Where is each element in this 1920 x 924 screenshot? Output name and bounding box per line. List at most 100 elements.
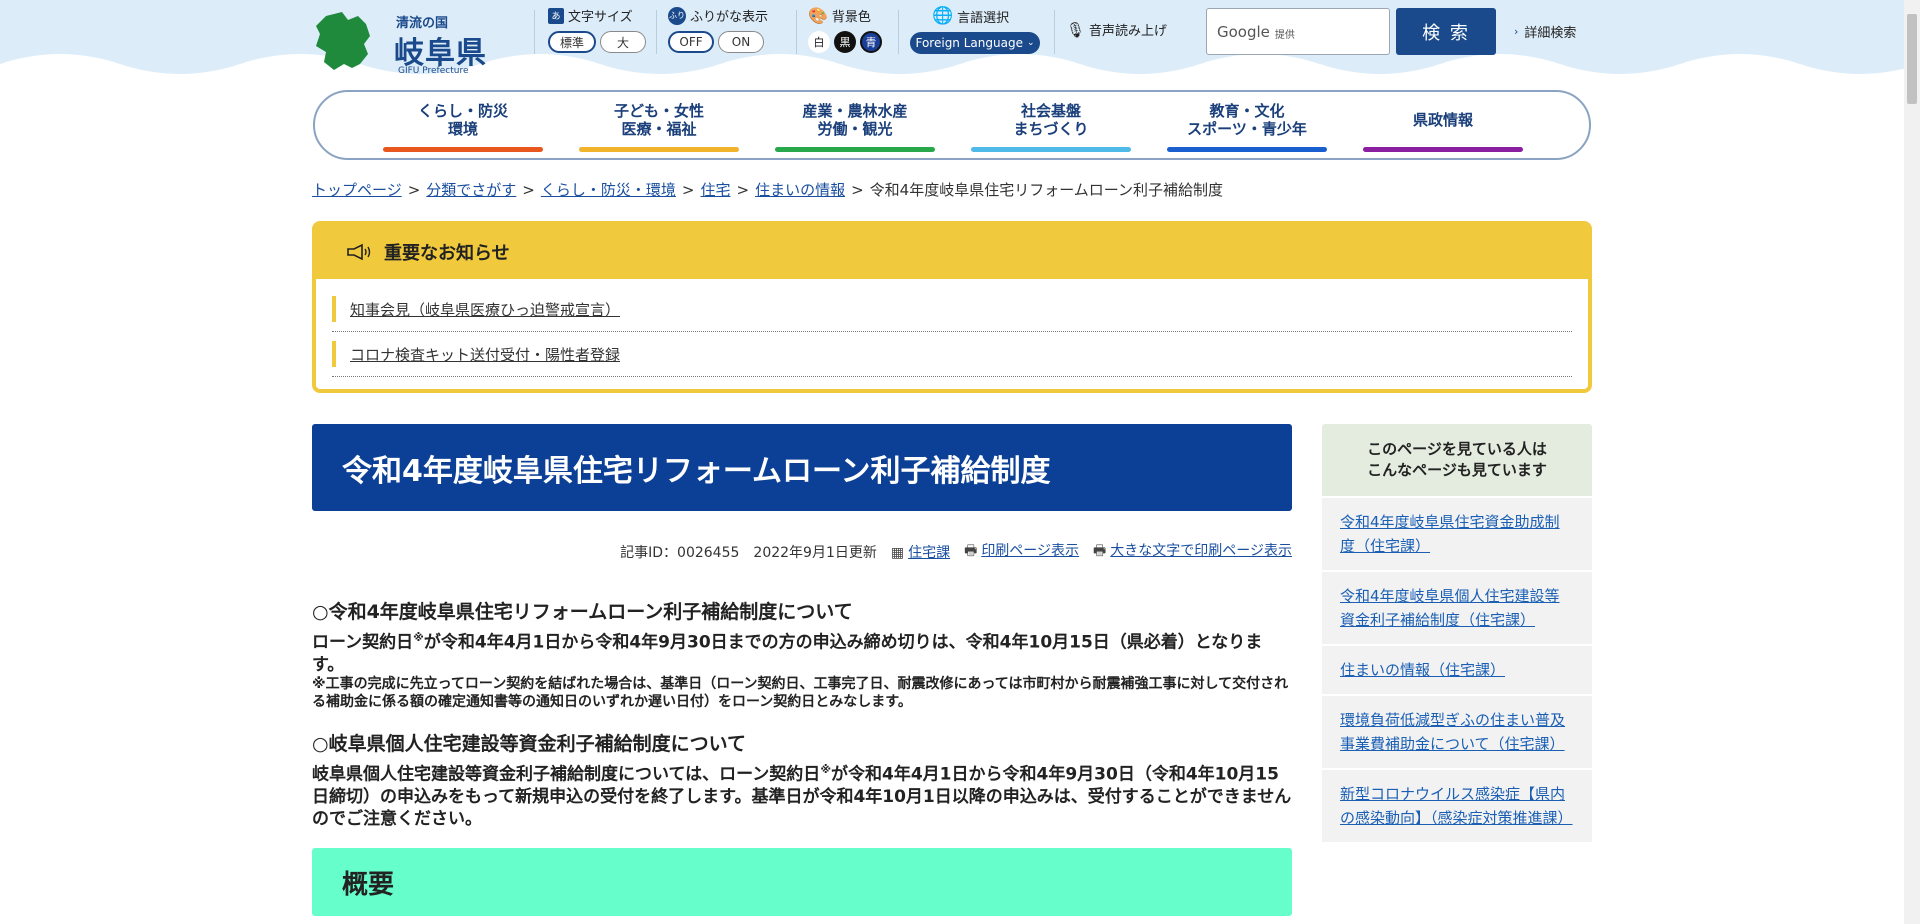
article-meta: 記事ID：0026455 2022年9月1日更新 ▦ 住宅課 🖶 印刷ページ表示 🖶… <box>620 540 1292 564</box>
sidebar-item: 住まいの情報（住宅課） <box>1322 644 1592 694</box>
bg-color-tool: 🎨 背景色 白 黒 青 <box>808 6 882 58</box>
furigana-icon: ふり <box>668 6 686 25</box>
notice-list: 知事会見（岐阜県医療ひっ迫警戒宣言） コロナ検査キット送付受付・陽性者登録 <box>316 279 1588 377</box>
bg-white-button[interactable]: 白 <box>808 31 830 53</box>
nav-item-underline <box>1363 147 1523 152</box>
nav-item-education-culture[interactable]: 教育・文化 スポーツ・青少年 <box>1167 102 1327 152</box>
sidebar-item: 令和4年度岐阜県住宅資金助成制度（住宅課） <box>1322 496 1592 570</box>
divider <box>656 10 657 54</box>
font-size-standard-button[interactable]: 標準 <box>548 31 597 53</box>
section-paragraph: 岐阜県個人住宅建設等資金利子補給制度については、ローン契約日※が令和4年4月1日… <box>312 759 1292 830</box>
sidebar-item: 令和4年度岐阜県個人住宅建設等資金利子補給制度（住宅課） <box>1322 570 1592 644</box>
voice-read-label: 音声読み上げ <box>1089 24 1168 39</box>
print-label[interactable]: 印刷ページ表示 <box>981 543 1079 559</box>
breadcrumb-link[interactable]: くらし・防災・環境 <box>541 181 676 199</box>
nav-item-life-disaster[interactable]: くらし・防災 環境 <box>383 102 543 152</box>
section-paragraph: ローン契約日※が令和4年4月1日から令和4年9月30日までの方の申込み締め切りは… <box>312 627 1292 676</box>
nav-item-children-welfare[interactable]: 子ども・女性 医療・福祉 <box>579 102 739 152</box>
updated-date: 2022年9月1日更新 <box>753 545 877 561</box>
divider <box>796 10 797 54</box>
voice-read-button[interactable]: 🎙 音声読み上げ <box>1066 20 1167 72</box>
search-button[interactable]: 検 索 <box>1396 8 1496 55</box>
print-large-label[interactable]: 大きな文字で印刷ページ表示 <box>1110 543 1292 559</box>
nav-item-label: 教育・文化 スポーツ・青少年 <box>1187 102 1307 138</box>
search-provider: Google <box>1217 22 1270 41</box>
printer-icon: 🖶 <box>964 543 978 559</box>
language-tool: 🌐 言語選択 Foreign Language ⌄ <box>910 6 1040 58</box>
breadcrumb-separator: > <box>851 181 864 199</box>
department-link[interactable]: ▦ 住宅課 <box>891 542 950 562</box>
foreign-language-select[interactable]: Foreign Language ⌄ <box>910 32 1040 54</box>
notice-item: 知事会見（岐阜県医療ひっ迫警戒宣言） <box>332 287 1572 332</box>
notice-link[interactable]: 知事会見（岐阜県医療ひっ迫警戒宣言） <box>350 299 620 320</box>
notice-link[interactable]: コロナ検査キット送付受付・陽性者登録 <box>350 344 620 365</box>
department-label[interactable]: 住宅課 <box>908 545 950 561</box>
breadcrumb-separator: > <box>407 181 421 199</box>
nav-item-underline <box>1167 147 1327 152</box>
global-nav: くらし・防災 環境 子ども・女性 医療・福祉 産業・農林水産 労働・観光 社会基… <box>313 90 1591 160</box>
divider <box>898 10 899 54</box>
page-scrollbar[interactable] <box>1904 0 1920 924</box>
nav-item-industry-tourism[interactable]: 産業・農林水産 労働・観光 <box>775 102 935 152</box>
paragraph-text: 岐阜県個人住宅建設等資金利子補給制度については、ローン契約日 <box>312 764 821 785</box>
section-heading: ○岐阜県個人住宅建設等資金利子補給制度について <box>312 733 747 755</box>
print-link[interactable]: 🖶 印刷ページ表示 <box>964 540 1079 564</box>
bg-blue-button[interactable]: 青 <box>860 31 882 53</box>
breadcrumb-separator: > <box>736 181 750 199</box>
breadcrumb-separator: > <box>522 181 535 199</box>
sidebar-heading-text: このページを見ている人は こんなページも見ています <box>1367 440 1547 479</box>
gifu-map-icon <box>316 12 370 70</box>
divider <box>1054 10 1055 54</box>
sidebar-heading: このページを見ている人は こんなページも見ています <box>1322 424 1592 496</box>
furigana-on-button[interactable]: ON <box>718 31 764 53</box>
nav-item-underline <box>971 147 1131 152</box>
sidebar-link[interactable]: 住まいの情報（住宅課） <box>1340 661 1505 679</box>
sidebar-item: 新型コロナウイルス感染症【県内の感染動向】（感染症対策推進課） <box>1322 768 1592 842</box>
breadcrumb-separator: > <box>681 181 695 199</box>
breadcrumb-link[interactable]: トップページ <box>312 181 402 199</box>
page-title: 令和4年度岐阜県住宅リフォームローン利子補給制度 <box>312 424 1292 511</box>
print-large-link[interactable]: 🖶 大きな文字で印刷ページ表示 <box>1093 540 1292 564</box>
breadcrumb-link[interactable]: 分類でさがす <box>426 181 516 199</box>
chevron-down-icon: ⌄ <box>1026 38 1035 48</box>
article-id: 記事ID：0026455 <box>620 545 740 561</box>
printer-icon: 🖶 <box>1093 543 1107 559</box>
nav-item-underline <box>579 147 739 152</box>
advanced-search-link[interactable]: › 詳細検索 <box>1514 22 1576 41</box>
bg-color-label: 背景色 <box>831 10 871 25</box>
breadcrumb: トップページ > 分類でさがす > くらし・防災・環境 > 住宅 > 住まいの情報 > 令和4年度岐… <box>312 179 1223 200</box>
footnote-mark: ※ <box>820 763 832 776</box>
font-size-label: 文字サイズ <box>568 10 633 25</box>
microphone-icon: 🎙 <box>1066 20 1086 39</box>
paragraph-text: ローン契約日 <box>312 632 414 653</box>
palette-icon: 🎨 <box>808 6 828 25</box>
search-provider-sub: 提供 <box>1274 29 1295 41</box>
furigana-tool: ふり ふりがな表示 OFF ON <box>668 6 768 58</box>
logo-english: GIFU Prefecture <box>398 66 469 76</box>
breadcrumb-link[interactable]: 住宅 <box>700 181 730 199</box>
breadcrumb-link[interactable]: 住まいの情報 <box>755 181 845 199</box>
nav-item-label: 県政情報 <box>1412 111 1473 129</box>
nav-item-label: 社会基盤 まちづくり <box>1013 102 1089 138</box>
font-size-large-button[interactable]: 大 <box>600 31 647 53</box>
grid-icon: ▦ <box>890 545 905 561</box>
globe-icon: 🌐 <box>932 6 954 26</box>
megaphone-icon <box>347 243 371 261</box>
bg-black-button[interactable]: 黒 <box>834 31 856 53</box>
sidebar-link[interactable]: 環境負荷低減型ぎふの住まい普及事業費補助金について（住宅課） <box>1340 711 1565 753</box>
footnote-mark: ※ <box>413 631 424 644</box>
notice-item: コロナ検査キット送付受付・陽性者登録 <box>332 332 1572 377</box>
sidebar-link[interactable]: 令和4年度岐阜県住宅資金助成制度（住宅課） <box>1340 513 1560 555</box>
scrollbar-thumb[interactable] <box>1907 14 1917 104</box>
nav-item-label: くらし・防災 環境 <box>417 102 508 138</box>
sidebar-link[interactable]: 令和4年度岐阜県個人住宅建設等資金利子補給制度（住宅課） <box>1340 587 1560 629</box>
font-size-icon: あ <box>548 7 564 24</box>
site-logo[interactable]: 清流の国 岐阜県 GIFU Prefecture <box>312 10 502 76</box>
paragraph-text: が令和4年4月1日から令和4年9月30日までの方の申込み締め切りは、令和4年10… <box>312 632 1263 675</box>
nav-item-label: 産業・農林水産 労働・観光 <box>802 102 908 138</box>
nav-item-prefectural-info[interactable]: 県政情報 <box>1363 102 1523 152</box>
furigana-off-button[interactable]: OFF <box>668 31 714 53</box>
sidebar-link[interactable]: 新型コロナウイルス感染症【県内の感染動向】（感染症対策推進課） <box>1340 785 1573 827</box>
nav-item-infrastructure[interactable]: 社会基盤 まちづくり <box>971 102 1131 152</box>
search-input[interactable]: Google 提供 <box>1206 8 1390 55</box>
